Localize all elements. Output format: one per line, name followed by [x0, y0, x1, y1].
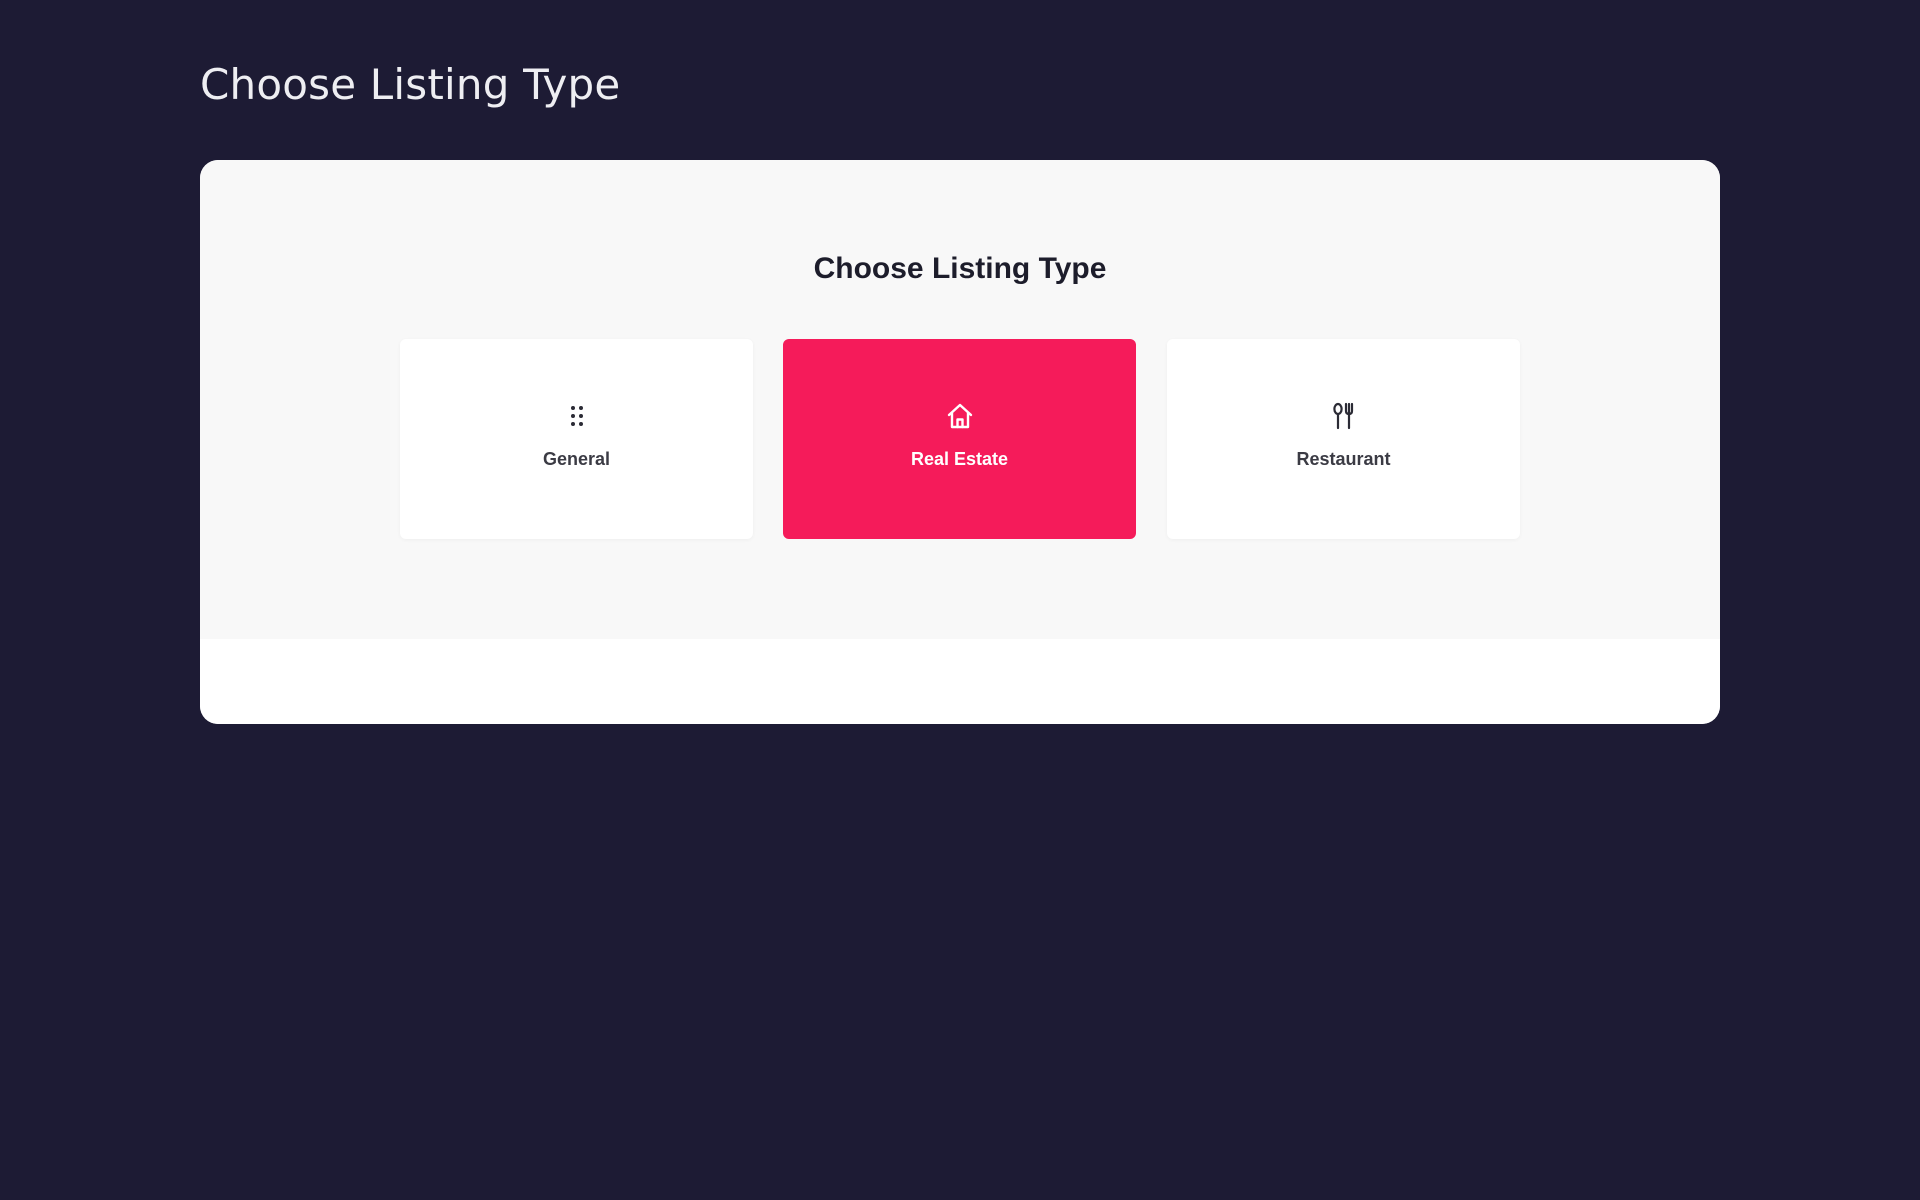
listing-type-label: Real Estate	[910, 449, 1009, 469]
listing-type-label: Restaurant	[1296, 449, 1391, 469]
listing-type-label: General	[542, 449, 611, 469]
home-icon	[783, 400, 1136, 432]
page-title: Choose Listing Type	[200, 60, 621, 109]
section-title: Choose Listing Type	[813, 252, 1107, 285]
panel-footer	[200, 639, 1720, 724]
dots-grid-icon	[400, 400, 753, 432]
listing-type-general-card[interactable]: General	[400, 339, 753, 539]
utensils-icon	[1167, 400, 1520, 432]
listing-type-restaurant-card[interactable]: Restaurant	[1167, 339, 1520, 539]
listing-type-real-estate-card[interactable]: Real Estate	[783, 339, 1136, 539]
panel-body: Choose Listing Type General Real Estate …	[200, 160, 1720, 639]
listing-type-panel: Choose Listing Type General Real Estate …	[200, 160, 1720, 724]
